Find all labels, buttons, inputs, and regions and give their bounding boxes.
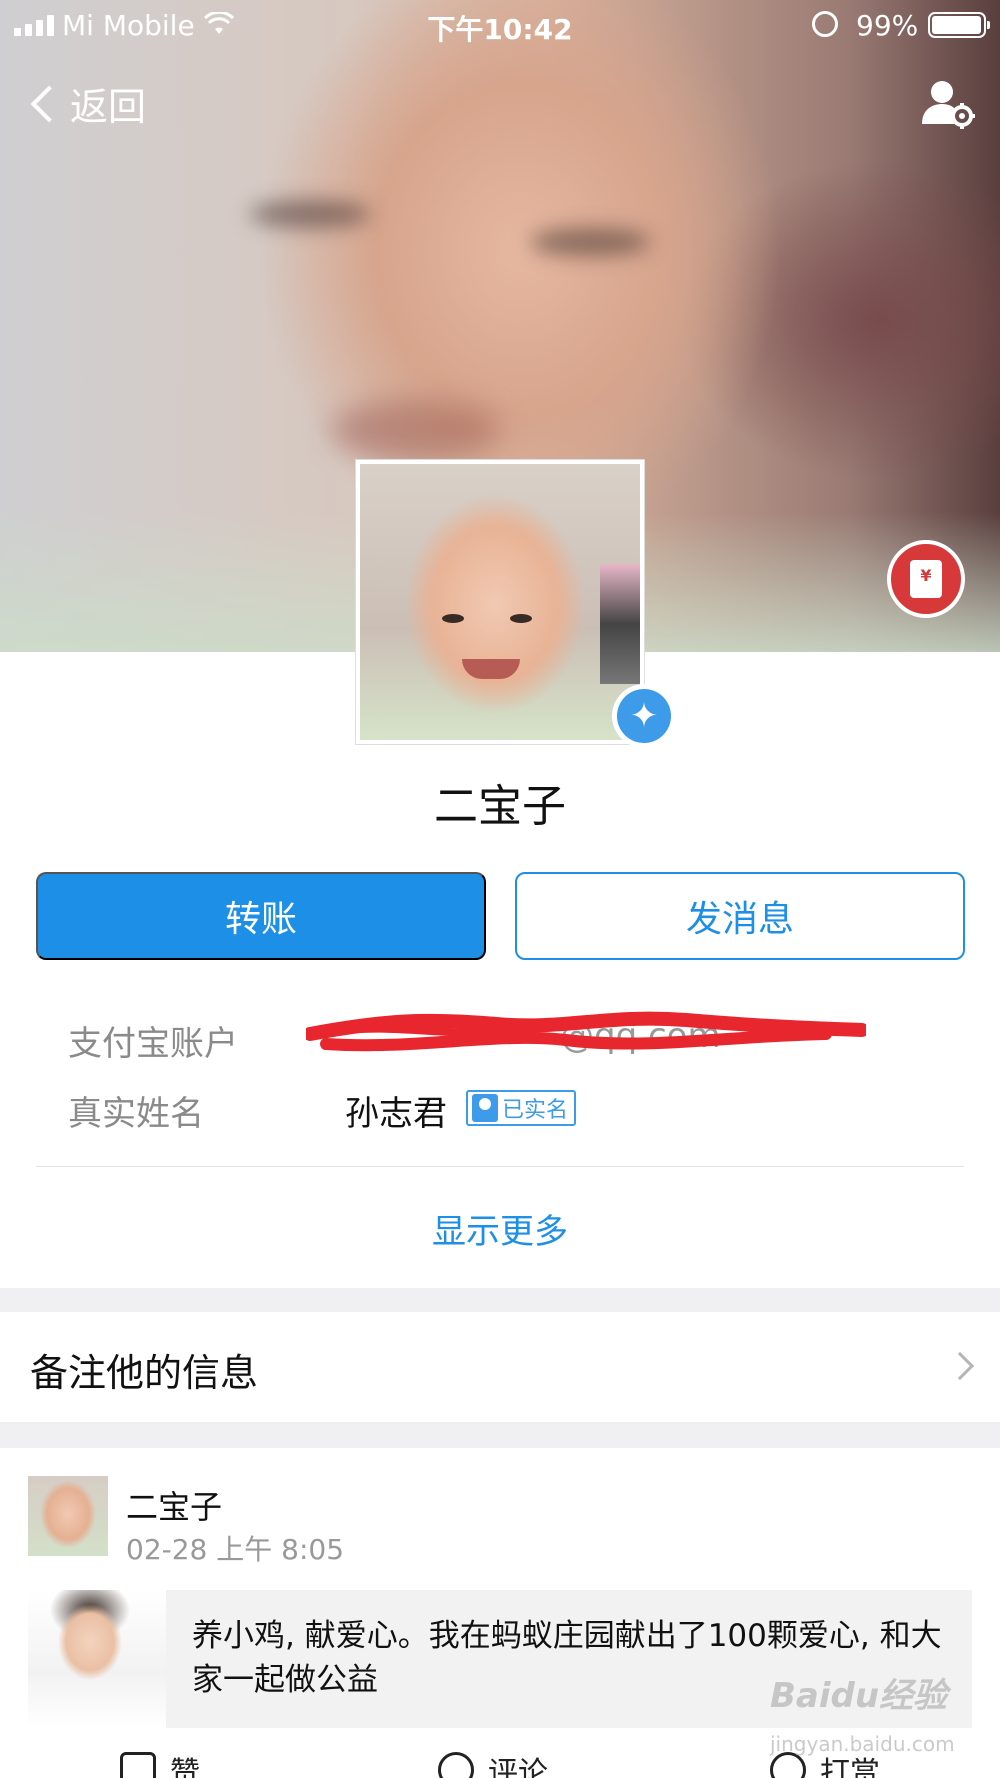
comment-label: 评论 [488,1756,548,1778]
transfer-button[interactable]: 转账 [36,872,486,960]
feed-timestamp: 02-28 上午 8:05 [126,1533,345,1566]
red-envelope-icon [910,560,942,598]
profile-card [0,652,1000,1288]
status-bar: Mi Mobile 下午10:42 99% [0,0,1000,52]
divider [36,1166,964,1167]
rotation-lock-icon [812,11,838,37]
send-message-button[interactable]: 发消息 [515,872,965,960]
back-label: 返回 [70,85,147,129]
battery-percentage: 99% [856,9,919,42]
chevron-left-icon [30,85,68,122]
comment-icon [438,1752,474,1778]
realname-label: 真实姓名 [68,1094,204,1134]
profile-name: 二宝子 [434,781,566,832]
id-card-icon [472,1094,498,1122]
realname-value: 孙志君 [345,1094,447,1134]
show-more-link[interactable]: 显示更多 [0,1204,1000,1253]
post-thumbnail [28,1590,166,1728]
profile-avatar[interactable] [355,459,645,745]
status-time: 下午10:42 [427,13,573,46]
account-label: 支付宝账户 [68,1024,238,1064]
like-button[interactable]: 赞 [120,1748,200,1778]
user-settings-icon[interactable] [920,76,976,132]
like-label: 赞 [170,1756,200,1778]
chevron-right-icon [945,1351,975,1381]
watermark-url: jingyan.baidu.com [770,1732,955,1756]
back-button[interactable]: 返回 [28,76,146,131]
feed-author-name[interactable]: 二宝子 [126,1482,222,1528]
comment-button[interactable]: 评论 [438,1748,548,1778]
feed-author-avatar[interactable] [28,1476,108,1556]
verified-realname-text: 已实名 [502,1098,569,1123]
verified-badge-icon: ✦ [612,684,676,748]
remark-info-row[interactable]: 备注他的信息 [0,1312,1000,1422]
battery-icon [928,12,990,38]
remark-label: 备注他的信息 [30,1351,259,1395]
redaction-scribble [306,1011,866,1052]
verified-realname-badge: 已实名 [466,1090,577,1126]
watermark: Baidu经验 [770,1676,948,1716]
red-packet-button[interactable] [887,540,965,618]
thumbs-up-icon [120,1752,156,1778]
feed-item: 二宝子 02-28 上午 8:05 养小鸡, 献爱心。我在蚂蚁庄园献出了100颗… [0,1448,1000,1778]
